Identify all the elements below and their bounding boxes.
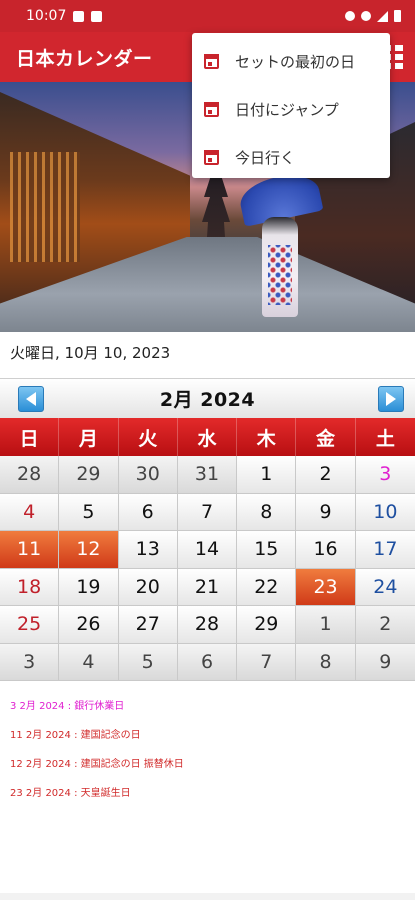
day-cell[interactable]: 20 [118,568,178,606]
days-grid: 28 29 30 31 1 2 3 4 5 6 7 8 9 10 11 12 1… [0,456,415,681]
signal-icon [377,10,388,22]
day-cell[interactable]: 4 [0,493,60,531]
notification-icon [91,10,103,22]
day-cell[interactable]: 18 [0,568,60,606]
calendar: 2月 2024 日 月 火 水 木 金 土 28 29 30 31 1 2 3 … [0,378,415,681]
weekday-friday: 金 [296,418,356,456]
next-month-button[interactable] [378,386,404,412]
day-cell[interactable]: 30 [118,456,178,494]
app-title: 日本カレンダー [16,47,153,70]
day-cell[interactable]: 17 [355,531,415,569]
day-cell[interactable]: 9 [296,493,356,531]
day-cell[interactable]: 13 [118,531,178,569]
day-cell[interactable]: 7 [237,643,297,681]
arrow-left-icon [26,392,36,406]
battery-icon [394,10,401,22]
day-cell[interactable]: 27 [118,606,178,644]
folder-icon [73,10,85,22]
day-cell[interactable]: 25 [0,606,60,644]
status-bar: 10:07 [0,0,415,32]
day-cell[interactable]: 21 [177,568,238,606]
day-cell[interactable]: 29 [237,606,297,644]
menu-item-jump-to-date[interactable]: 日付にジャンプ [192,85,390,133]
calendar-icon [204,149,219,165]
holiday-list: 3 2月 2024 : 銀行休業日 11 2月 2024 : 建国記念の日 12… [10,700,184,816]
menu-item-label: 日付にジャンプ [235,100,339,119]
arrow-right-icon [386,392,396,406]
day-cell[interactable]: 28 [0,456,60,494]
day-cell[interactable]: 14 [177,531,238,569]
vibrate-icon [361,11,371,21]
day-cell[interactable]: 4 [59,643,119,681]
kimono-figure [262,217,298,317]
weekday-wednesday: 水 [178,418,238,456]
weekday-monday: 月 [59,418,119,456]
calendar-icon [204,53,219,69]
holiday-item: 11 2月 2024 : 建国記念の日 [10,730,141,741]
previous-month-button[interactable] [18,386,44,412]
status-time: 10:07 [26,8,67,24]
day-cell[interactable]: 8 [237,493,297,531]
day-cell[interactable]: 2 [355,606,415,644]
holiday-item: 23 2月 2024 : 天皇誕生日 [10,788,131,799]
menu-item-label: セットの最初の日 [235,52,356,71]
weekday-thursday: 木 [237,418,297,456]
calendar-header: 2月 2024 [0,378,415,418]
menu-item-today[interactable]: 今日行く [192,133,390,181]
options-menu: セットの最初の日 日付にジャンプ 今日行く [192,33,390,178]
menu-item-first-day[interactable]: セットの最初の日 [192,37,390,85]
day-cell[interactable]: 19 [59,568,119,606]
day-cell[interactable]: 31 [177,456,238,494]
weekday-header: 日 月 火 水 木 金 土 [0,418,415,456]
alarm-icon [345,11,355,21]
bottom-divider [0,893,415,900]
day-cell[interactable]: 10 [355,493,415,531]
holiday-item: 3 2月 2024 : 銀行休業日 [10,701,125,712]
day-cell[interactable]: 6 [177,643,238,681]
day-cell[interactable]: 7 [177,493,238,531]
weekday-sunday: 日 [0,418,60,456]
day-cell[interactable]: 26 [59,606,119,644]
day-cell[interactable]: 2 [296,456,356,494]
calendar-icon [204,101,219,117]
holiday-item: 12 2月 2024 : 建国記念の日 振替休日 [10,759,184,770]
day-cell[interactable]: 5 [118,643,178,681]
menu-item-label: 今日行く [235,148,296,167]
day-cell[interactable]: 1 [237,456,297,494]
month-label: 2月 2024 [159,389,256,411]
day-cell[interactable]: 3 [0,643,60,681]
weekday-tuesday: 火 [119,418,178,456]
day-cell-holiday[interactable]: 23 [296,568,356,606]
day-cell-holiday[interactable]: 12 [59,531,119,569]
day-cell[interactable]: 29 [59,456,119,494]
day-cell[interactable]: 24 [355,568,415,606]
day-cell[interactable]: 22 [237,568,297,606]
day-cell[interactable]: 1 [296,606,356,644]
day-cell[interactable]: 3 [355,456,415,494]
day-cell[interactable]: 8 [296,643,356,681]
weekday-saturday: 土 [375,427,395,450]
day-cell[interactable]: 28 [177,606,238,644]
day-cell[interactable]: 5 [59,493,119,531]
day-cell[interactable]: 15 [237,531,297,569]
day-cell[interactable]: 6 [118,493,178,531]
current-date: 火曜日, 10月 10, 2023 [10,344,171,362]
day-cell[interactable]: 16 [296,531,356,569]
day-cell[interactable]: 9 [355,643,415,681]
day-cell-holiday[interactable]: 11 [0,531,60,569]
